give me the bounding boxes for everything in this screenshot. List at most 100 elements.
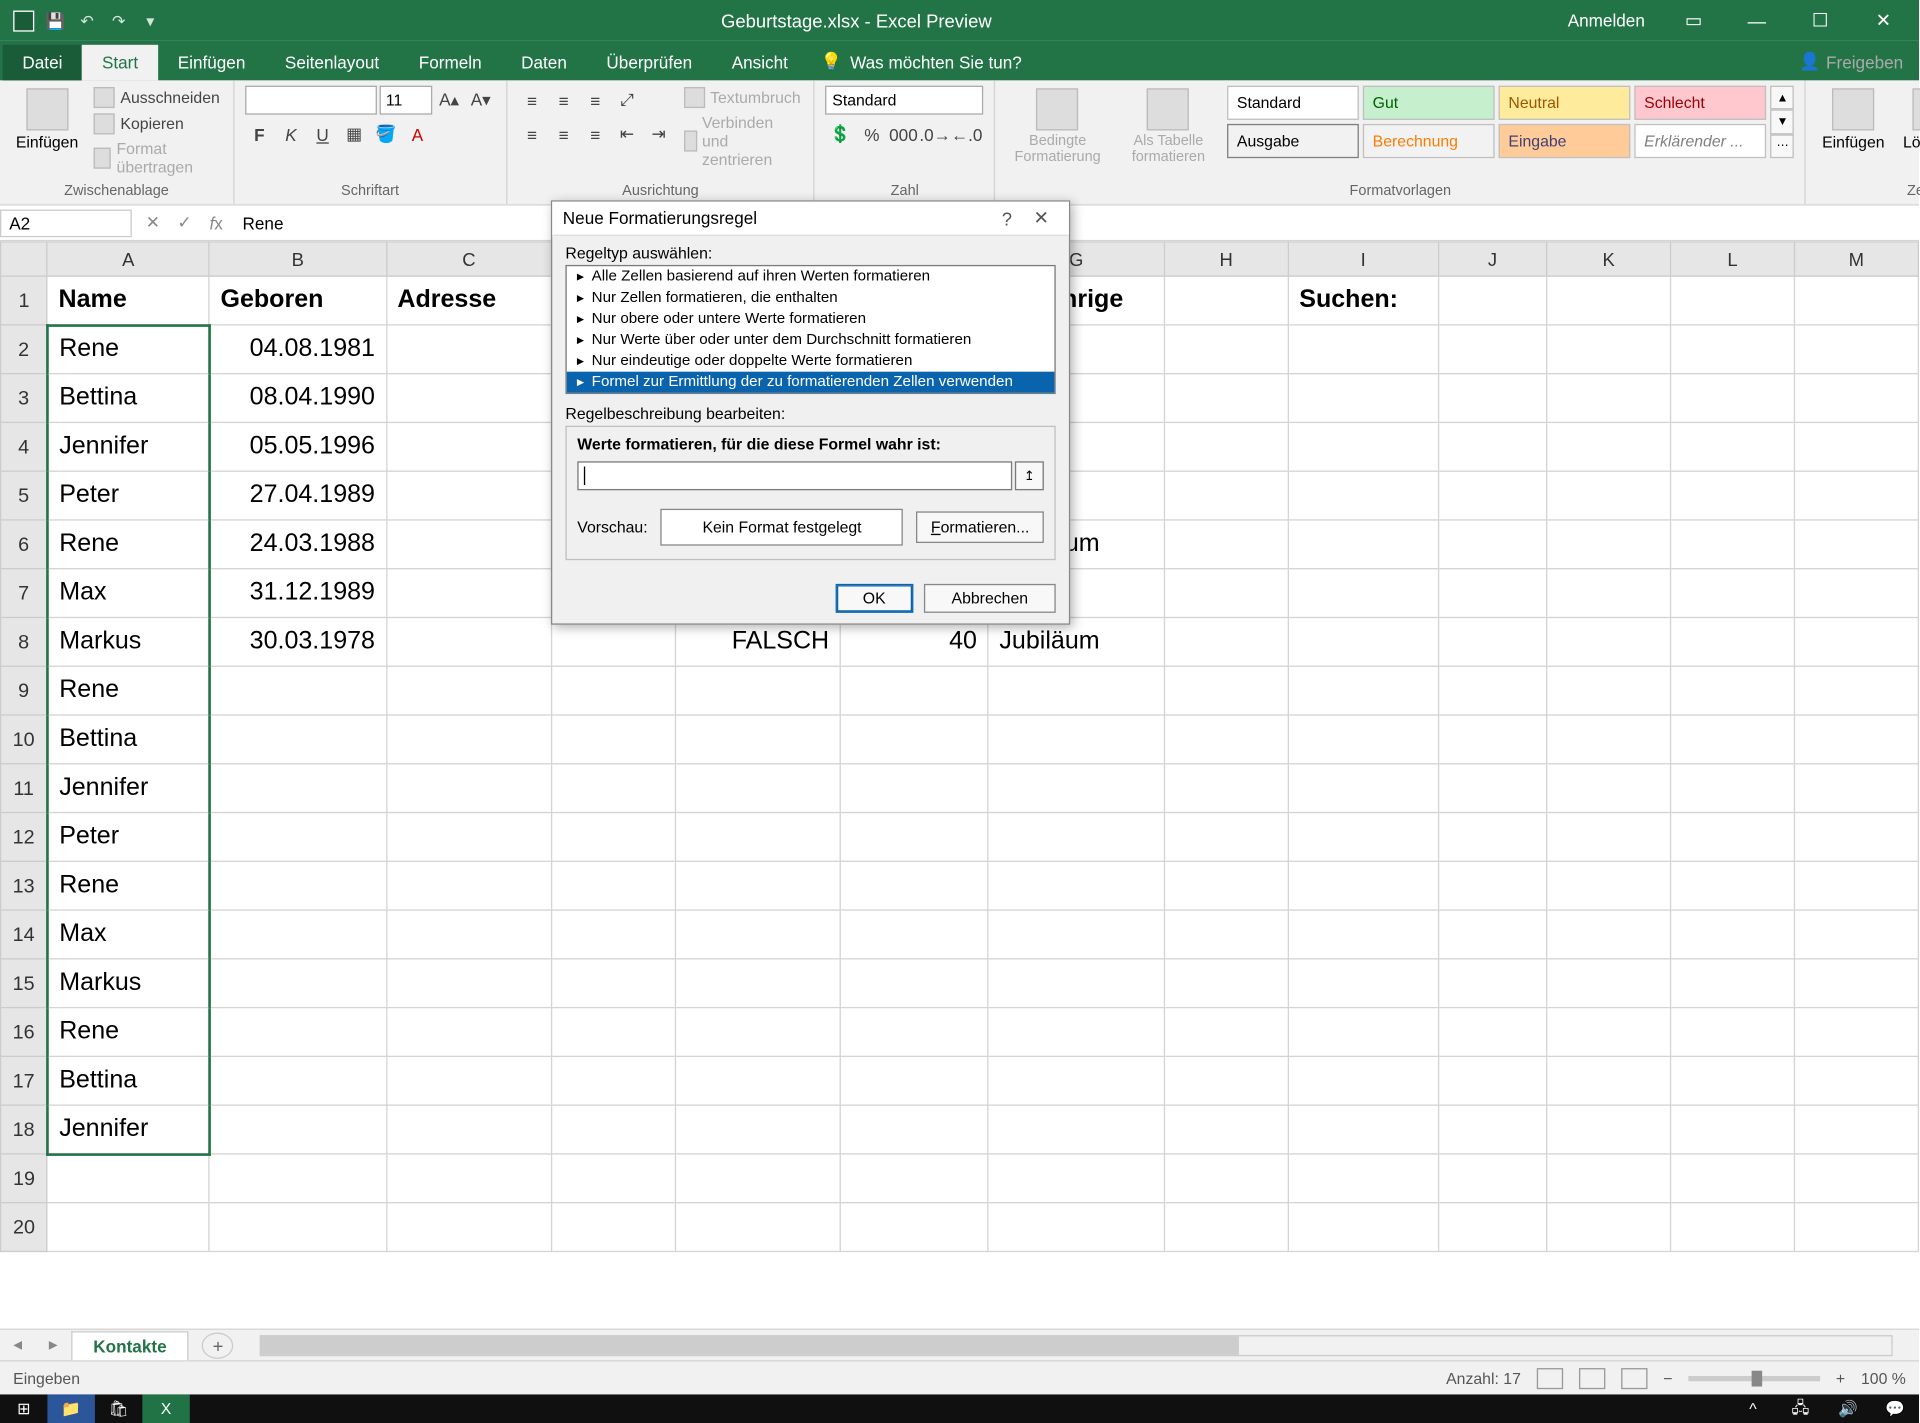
rule-type-listbox[interactable]: ►Alle Zellen basierend auf ihren Werten …: [565, 265, 1055, 394]
font-size-combo[interactable]: [379, 86, 432, 115]
cell-M5[interactable]: [1794, 471, 1918, 520]
align-center-icon[interactable]: ≡: [549, 120, 578, 149]
gallery-up-icon[interactable]: ▲: [1771, 86, 1795, 110]
cell-K17[interactable]: [1547, 1056, 1671, 1105]
cell-B17[interactable]: [209, 1056, 386, 1105]
orientation-icon[interactable]: ⤢: [613, 86, 642, 115]
cell-K15[interactable]: [1547, 959, 1671, 1008]
cell-C16[interactable]: [386, 1008, 551, 1057]
cell-H19[interactable]: [1164, 1154, 1288, 1203]
tab-data[interactable]: Daten: [501, 45, 586, 81]
cell-L4[interactable]: [1671, 422, 1795, 471]
tray-notification-icon[interactable]: 💬: [1872, 1394, 1919, 1423]
horizontal-scrollbar[interactable]: [260, 1334, 1892, 1355]
cell-M9[interactable]: [1794, 666, 1918, 715]
number-format-combo[interactable]: [826, 86, 984, 115]
cell-D12[interactable]: [552, 813, 676, 862]
cell-A2[interactable]: Rene: [47, 325, 209, 374]
fill-color-button[interactable]: 🪣: [371, 120, 400, 149]
cell-styles-gallery[interactable]: Standard Ausgabe Gut Berechnung Neutral …: [1228, 86, 1795, 158]
cell-B3[interactable]: 08.04.1990: [209, 374, 386, 423]
indent-increase-icon[interactable]: ⇥: [644, 120, 673, 149]
row-header-8[interactable]: 8: [1, 617, 48, 666]
cell-A10[interactable]: Bettina: [47, 715, 209, 764]
cancel-formula-icon[interactable]: ✕: [137, 208, 169, 237]
ribbon-display-icon[interactable]: ▭: [1663, 1, 1724, 41]
row-header-3[interactable]: 3: [1, 374, 48, 423]
cell-E10[interactable]: [675, 715, 840, 764]
cell-A9[interactable]: Rene: [47, 666, 209, 715]
cell-E11[interactable]: [675, 764, 840, 813]
cell-F16[interactable]: [840, 1008, 988, 1057]
cell-G18[interactable]: [988, 1105, 1164, 1154]
cell-D19[interactable]: [552, 1154, 676, 1203]
row-header-12[interactable]: 12: [1, 813, 48, 862]
col-header-I[interactable]: I: [1288, 242, 1438, 276]
cell-K1[interactable]: [1547, 276, 1671, 325]
cell-F18[interactable]: [840, 1105, 988, 1154]
cell-F20[interactable]: [840, 1203, 988, 1252]
cell-J19[interactable]: [1438, 1154, 1547, 1203]
cell-E9[interactable]: [675, 666, 840, 715]
increase-decimal-icon[interactable]: .0→: [921, 120, 950, 149]
cell-A12[interactable]: Peter: [47, 813, 209, 862]
cell-A13[interactable]: Rene: [47, 861, 209, 910]
cell-C13[interactable]: [386, 861, 551, 910]
cell-B8[interactable]: 30.03.1978: [209, 617, 386, 666]
cell-H2[interactable]: [1164, 325, 1288, 374]
row-header-20[interactable]: 20: [1, 1203, 48, 1252]
cell-I19[interactable]: [1288, 1154, 1438, 1203]
copy-button[interactable]: Kopieren: [91, 112, 222, 136]
zoom-slider[interactable]: [1688, 1375, 1820, 1380]
cell-B5[interactable]: 27.04.1989: [209, 471, 386, 520]
cell-E18[interactable]: [675, 1105, 840, 1154]
cell-K8[interactable]: [1547, 617, 1671, 666]
rule-type-option[interactable]: ►Alle Zellen basierend auf ihren Werten …: [567, 266, 1055, 287]
cell-M11[interactable]: [1794, 764, 1918, 813]
font-family-combo[interactable]: [245, 86, 377, 115]
cell-C7[interactable]: [386, 569, 551, 618]
comma-format-icon[interactable]: 000: [889, 120, 918, 149]
zoom-in-icon[interactable]: +: [1836, 1369, 1845, 1387]
cell-J9[interactable]: [1438, 666, 1547, 715]
cell-C9[interactable]: [386, 666, 551, 715]
zoom-level[interactable]: 100 %: [1861, 1369, 1906, 1387]
font-color-button[interactable]: A: [403, 120, 432, 149]
cell-I18[interactable]: [1288, 1105, 1438, 1154]
cell-D16[interactable]: [552, 1008, 676, 1057]
cell-C19[interactable]: [386, 1154, 551, 1203]
gallery-more-icon[interactable]: ⋯: [1771, 134, 1795, 158]
cell-I14[interactable]: [1288, 910, 1438, 959]
qat-undo-icon[interactable]: ↶: [76, 10, 97, 31]
cell-K9[interactable]: [1547, 666, 1671, 715]
page-break-view-icon[interactable]: [1621, 1367, 1647, 1388]
cell-D20[interactable]: [552, 1203, 676, 1252]
gallery-down-icon[interactable]: ▼: [1771, 110, 1795, 134]
row-header-10[interactable]: 10: [1, 715, 48, 764]
ok-button[interactable]: OK: [835, 584, 913, 613]
col-header-M[interactable]: M: [1794, 242, 1918, 276]
cell-F9[interactable]: [840, 666, 988, 715]
cell-E20[interactable]: [675, 1203, 840, 1252]
qat-customize-icon[interactable]: ▾: [140, 10, 161, 31]
cell-L15[interactable]: [1671, 959, 1795, 1008]
cell-L3[interactable]: [1671, 374, 1795, 423]
rule-type-option[interactable]: ►Formel zur Ermittlung der zu formatiere…: [567, 372, 1055, 393]
row-header-2[interactable]: 2: [1, 325, 48, 374]
tray-network-icon[interactable]: 🖧: [1777, 1394, 1824, 1423]
tab-view[interactable]: Ansicht: [712, 45, 808, 81]
cell-B2[interactable]: 04.08.1981: [209, 325, 386, 374]
cell-D8[interactable]: [552, 617, 676, 666]
row-header-5[interactable]: 5: [1, 471, 48, 520]
file-explorer-icon[interactable]: 📁: [47, 1394, 94, 1423]
close-icon[interactable]: ✕: [1853, 1, 1914, 41]
cancel-button[interactable]: Abbrechen: [924, 584, 1056, 613]
cell-G17[interactable]: [988, 1056, 1164, 1105]
cell-L14[interactable]: [1671, 910, 1795, 959]
cell-J12[interactable]: [1438, 813, 1547, 862]
cell-B20[interactable]: [209, 1203, 386, 1252]
cell-I7[interactable]: [1288, 569, 1438, 618]
cell-D18[interactable]: [552, 1105, 676, 1154]
cell-L20[interactable]: [1671, 1203, 1795, 1252]
cell-I6[interactable]: [1288, 520, 1438, 569]
